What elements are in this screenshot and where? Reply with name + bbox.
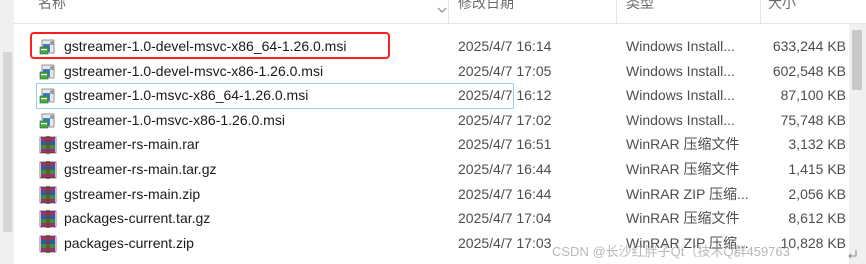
file-name: gstreamer-rs-main.tar.gz xyxy=(64,160,217,177)
file-type: WinRAR ZIP 压缩... xyxy=(626,185,749,202)
column-divider[interactable] xyxy=(616,0,617,24)
file-name: gstreamer-1.0-msvc-x86_64-1.26.0.msi xyxy=(64,87,309,104)
red-highlight-box xyxy=(30,32,390,59)
column-divider[interactable] xyxy=(760,0,761,24)
file-row[interactable]: packages-current.tar.gz 2025/4/7 17:04 W… xyxy=(14,206,866,231)
winrar-archive-icon xyxy=(39,210,57,229)
file-size: 3,132 KB xyxy=(788,136,846,153)
winrar-archive-icon xyxy=(39,160,57,179)
file-type: Windows Install... xyxy=(626,87,735,104)
file-type: WinRAR 压缩文件 xyxy=(626,160,740,177)
file-date: 2025/4/7 16:14 xyxy=(458,38,552,54)
file-name: gstreamer-rs-main.zip xyxy=(64,185,201,202)
left-scrollbar[interactable] xyxy=(0,0,14,264)
file-list: gstreamer-1.0-devel-msvc-x86_64-1.26.0.m… xyxy=(14,34,866,255)
file-date: 2025/4/7 17:04 xyxy=(458,210,552,227)
file-date: 2025/4/7 16:51 xyxy=(458,136,552,153)
file-date: 2025/4/7 17:02 xyxy=(458,111,552,128)
file-explorer-pane: 名称 修改日期 类型 大小 gstreamer-1.0-devel-msvc-x… xyxy=(0,0,866,264)
msi-installer-icon xyxy=(39,112,57,130)
file-name: gstreamer-rs-main.rar xyxy=(64,136,200,153)
file-row[interactable]: gstreamer-rs-main.zip 2025/4/7 16:44 Win… xyxy=(14,182,866,207)
column-header-name[interactable]: 名称 xyxy=(38,0,66,16)
column-divider[interactable] xyxy=(448,0,449,24)
file-date: 2025/4/7 16:44 xyxy=(458,160,552,177)
file-size: 87,100 KB xyxy=(780,87,846,104)
file-size: 602,548 KB xyxy=(772,62,846,79)
file-type: Windows Install... xyxy=(626,111,735,128)
file-date: 2025/4/7 17:05 xyxy=(458,62,552,79)
return-arrow-icon xyxy=(848,250,857,259)
winrar-archive-icon xyxy=(39,234,57,253)
column-header-size[interactable]: 大小 xyxy=(768,0,796,16)
file-row[interactable]: gstreamer-1.0-devel-msvc-x86-1.26.0.msi … xyxy=(14,59,866,84)
file-date: 2025/4/7 16:12 xyxy=(458,87,552,104)
file-size: 633,244 KB xyxy=(772,38,846,54)
file-type: Windows Install... xyxy=(626,62,735,79)
file-row[interactable]: gstreamer-rs-main.tar.gz 2025/4/7 16:44 … xyxy=(14,157,866,182)
msi-installer-icon xyxy=(39,87,57,105)
file-name: packages-current.zip xyxy=(64,234,194,251)
sort-chevron-down-icon[interactable] xyxy=(436,4,448,16)
file-name: gstreamer-1.0-devel-msvc-x86-1.26.0.msi xyxy=(64,62,324,79)
file-name: gstreamer-1.0-msvc-x86-1.26.0.msi xyxy=(64,111,285,128)
vertical-scrollbar-thumb[interactable] xyxy=(852,30,862,90)
file-date: 2025/4/7 16:44 xyxy=(458,185,552,202)
column-header-type[interactable]: 类型 xyxy=(626,0,654,16)
winrar-archive-icon xyxy=(39,185,57,204)
winrar-archive-icon xyxy=(39,136,57,155)
file-type: WinRAR 压缩文件 xyxy=(626,136,740,153)
left-scrollbar-thumb[interactable] xyxy=(3,52,12,232)
msi-installer-icon xyxy=(39,63,57,81)
file-name: packages-current.tar.gz xyxy=(64,210,211,227)
watermark-text: CSDN @长沙红胖子Qt（技术Q群459763 xyxy=(552,244,790,259)
file-date: 2025/4/7 17:03 xyxy=(458,234,552,251)
file-size: 8,612 KB xyxy=(788,210,846,227)
file-size: 75,748 KB xyxy=(780,111,846,128)
column-header-bar: 名称 修改日期 类型 大小 xyxy=(14,0,866,24)
column-header-date[interactable]: 修改日期 xyxy=(458,0,514,16)
file-row[interactable]: gstreamer-1.0-msvc-x86-1.26.0.msi 2025/4… xyxy=(14,108,866,133)
file-type: WinRAR 压缩文件 xyxy=(626,210,740,227)
file-size: 2,056 KB xyxy=(788,185,846,202)
file-size: 1,415 KB xyxy=(788,160,846,177)
file-row-focused[interactable]: gstreamer-1.0-msvc-x86_64-1.26.0.msi 202… xyxy=(14,83,866,109)
file-type: Windows Install... xyxy=(626,38,735,54)
file-row[interactable]: gstreamer-rs-main.rar 2025/4/7 16:51 Win… xyxy=(14,132,866,157)
